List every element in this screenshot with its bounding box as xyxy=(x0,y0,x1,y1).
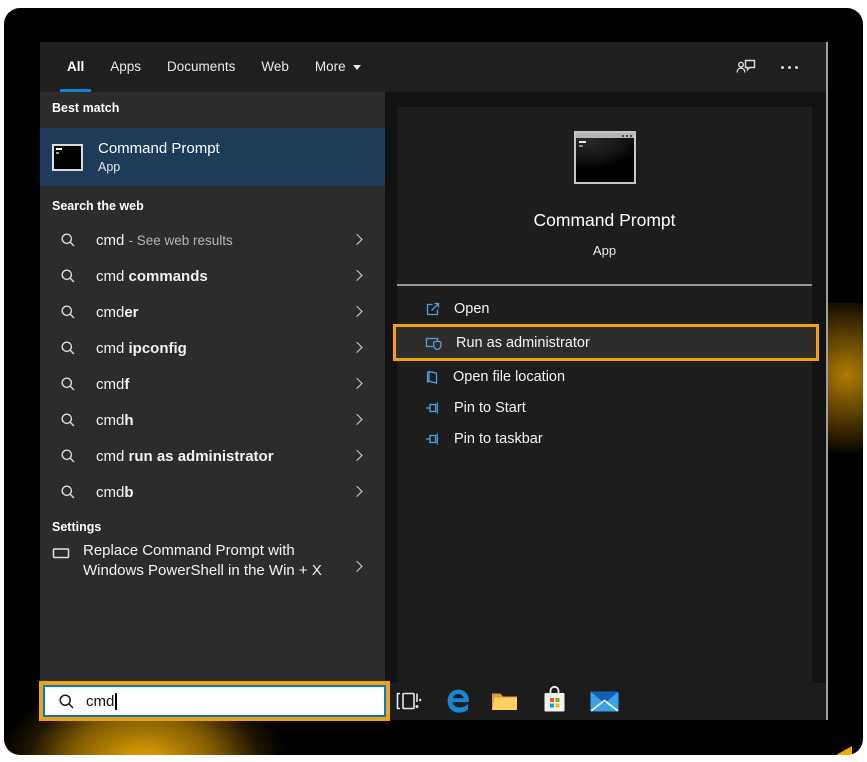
action-run-as-administrator[interactable]: Run as administrator xyxy=(393,324,819,361)
action-open-file-location[interactable]: Open file location xyxy=(397,361,812,392)
more-options-icon[interactable] xyxy=(781,66,798,69)
insert-suggestion-icon[interactable] xyxy=(351,270,362,281)
tab-documents[interactable]: Documents xyxy=(167,42,235,92)
pin-icon xyxy=(425,431,441,447)
suggestion-text: cmd - See web results xyxy=(96,232,233,249)
insert-suggestion-icon[interactable] xyxy=(351,450,362,461)
suggestion-row[interactable]: cmd run as administrator xyxy=(40,438,385,474)
edge-icon[interactable] xyxy=(444,687,473,716)
insert-suggestion-icon[interactable] xyxy=(351,486,362,497)
search-icon xyxy=(60,304,76,320)
tab-web[interactable]: Web xyxy=(261,42,289,92)
pin-icon xyxy=(425,400,441,416)
preview-app-type: App xyxy=(397,243,812,258)
header-icons xyxy=(736,42,798,92)
preview-divider xyxy=(397,284,812,286)
search-box-callout: cmd xyxy=(39,681,390,721)
section-search-the-web: Search the web xyxy=(52,199,144,213)
file-location-icon xyxy=(425,369,440,385)
mail-icon[interactable] xyxy=(590,691,619,712)
preview-panel: Command Prompt App Open xyxy=(397,107,812,683)
suggestion-row[interactable]: cmdf xyxy=(40,366,385,402)
command-prompt-icon xyxy=(574,131,636,184)
search-icon xyxy=(60,448,76,464)
suggestion-text: cmdb xyxy=(96,484,134,501)
screenshot-stage: All Apps Documents Web More Best matc xyxy=(0,0,867,762)
action-label: Run as administrator xyxy=(456,335,590,351)
search-icon xyxy=(60,484,76,500)
tab-apps[interactable]: Apps xyxy=(110,42,141,92)
preview-app-name: Command Prompt xyxy=(397,210,812,231)
search-filter-tabs: All Apps Documents Web More xyxy=(67,42,361,92)
suggestion-row[interactable]: cmdb xyxy=(40,474,385,510)
text-cursor xyxy=(115,693,117,710)
search-icon xyxy=(58,693,75,710)
microsoft-store-icon[interactable] xyxy=(543,685,566,713)
action-label: Pin to taskbar xyxy=(454,431,543,447)
section-settings: Settings xyxy=(52,520,101,534)
search-icon xyxy=(60,268,76,284)
suggestion-text: cmdh xyxy=(96,412,134,429)
suggestion-row[interactable]: cmd ipconfig xyxy=(40,330,385,366)
settings-result[interactable]: Replace Command Prompt with Windows Powe… xyxy=(40,541,385,580)
tab-more[interactable]: More xyxy=(315,42,361,92)
search-input[interactable]: cmd xyxy=(43,685,386,717)
tab-all[interactable]: All xyxy=(67,42,84,92)
display-settings-icon xyxy=(52,546,70,561)
action-label: Pin to Start xyxy=(454,400,526,416)
insert-suggestion-icon[interactable] xyxy=(351,378,362,389)
run-as-admin-shield-icon xyxy=(425,335,443,351)
section-best-match: Best match xyxy=(52,101,119,115)
suggestion-text: cmdf xyxy=(96,376,129,393)
windows-search-flyout: All Apps Documents Web More Best matc xyxy=(40,42,828,720)
insert-suggestion-icon[interactable] xyxy=(351,306,362,317)
task-view-icon[interactable] xyxy=(395,690,422,712)
action-pin-to-start[interactable]: Pin to Start xyxy=(397,392,812,423)
context-actions: Open Run as administrator xyxy=(397,293,812,454)
best-match-text: Command Prompt App xyxy=(98,140,220,174)
search-header: All Apps Documents Web More xyxy=(40,42,826,92)
insert-suggestion-icon[interactable] xyxy=(351,561,362,572)
settings-result-text: Replace Command Prompt with Windows Powe… xyxy=(83,541,322,580)
suggestion-text: cmd commands xyxy=(96,268,208,285)
suggestion-row[interactable]: cmdh xyxy=(40,402,385,438)
results-panel: Best match Command Prompt App Search the… xyxy=(40,92,385,683)
suggestion-row[interactable]: cmder xyxy=(40,294,385,330)
insert-suggestion-icon[interactable] xyxy=(351,414,362,425)
suggestion-row[interactable]: cmd commands xyxy=(40,258,385,294)
search-icon xyxy=(60,412,76,428)
open-icon xyxy=(425,301,441,317)
web-suggestions-list: cmd - See web results cmd commands cmder… xyxy=(40,222,385,510)
suggestion-note: - See web results xyxy=(129,233,233,248)
action-label: Open file location xyxy=(453,369,565,385)
action-pin-to-taskbar[interactable]: Pin to taskbar xyxy=(397,423,812,454)
best-match-result[interactable]: Command Prompt App xyxy=(40,128,385,186)
suggestion-row[interactable]: cmd - See web results xyxy=(40,222,385,258)
best-match-title: Command Prompt xyxy=(98,140,220,157)
feedback-icon[interactable] xyxy=(736,57,757,77)
search-query-text: cmd xyxy=(86,693,114,710)
suggestion-text: cmd ipconfig xyxy=(96,340,187,357)
orange-spark-bottom-right xyxy=(836,746,852,755)
action-label: Open xyxy=(454,301,489,317)
search-icon xyxy=(60,340,76,356)
insert-suggestion-icon[interactable] xyxy=(351,342,362,353)
command-prompt-icon xyxy=(52,144,83,171)
search-icon xyxy=(60,376,76,392)
file-explorer-icon[interactable] xyxy=(491,690,518,711)
search-icon xyxy=(60,232,76,248)
insert-suggestion-icon[interactable] xyxy=(351,234,362,245)
chevron-down-icon xyxy=(353,65,361,70)
best-match-subtitle: App xyxy=(98,160,220,174)
action-open[interactable]: Open xyxy=(397,293,812,324)
tab-more-label: More xyxy=(315,59,346,74)
suggestion-text: cmd run as administrator xyxy=(96,448,274,465)
suggestion-text: cmder xyxy=(96,304,139,321)
